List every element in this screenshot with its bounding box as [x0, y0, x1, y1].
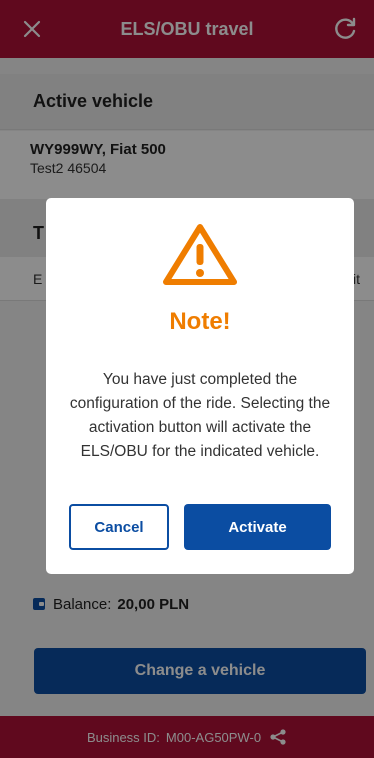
activate-button[interactable]: Activate: [184, 504, 331, 550]
warning-icon: [163, 224, 237, 285]
note-dialog: Note! You have just completed the config…: [46, 198, 354, 574]
cancel-button[interactable]: Cancel: [69, 504, 169, 550]
dialog-message: You have just completed the configuratio…: [69, 371, 331, 460]
dialog-heading: Note!: [169, 308, 231, 335]
